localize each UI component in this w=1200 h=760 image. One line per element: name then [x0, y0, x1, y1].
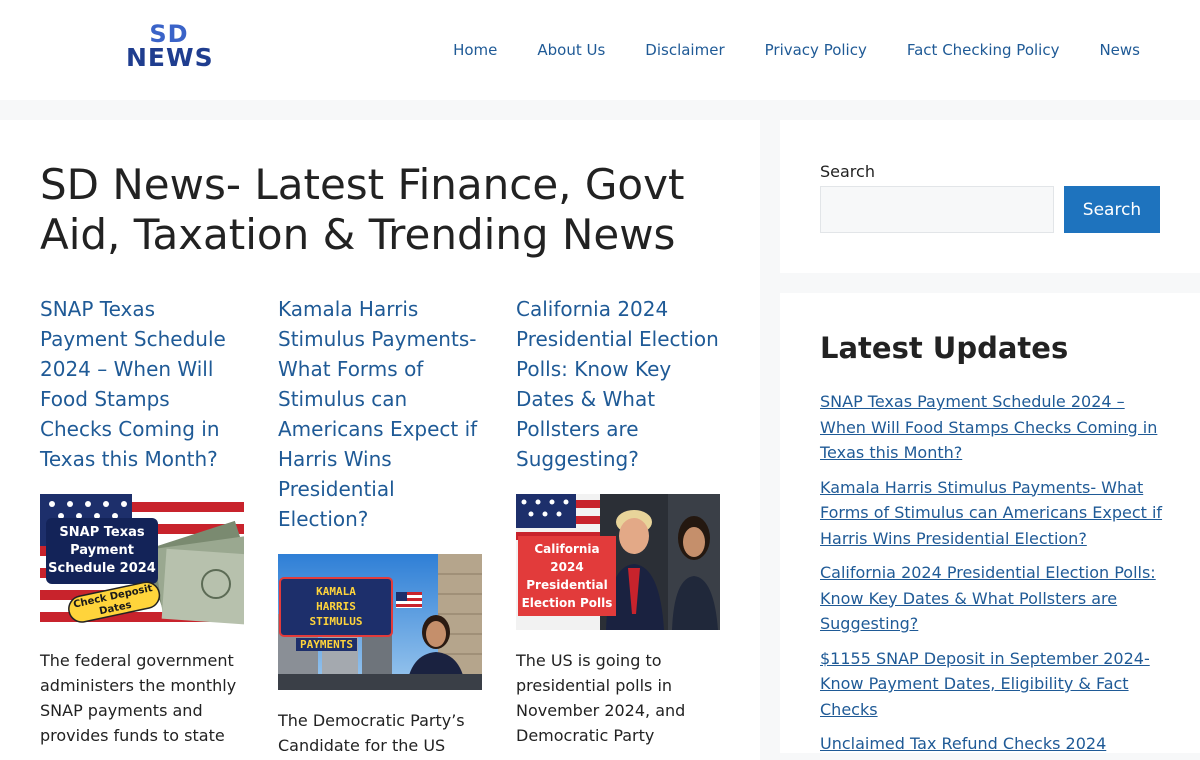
post-excerpt: The US is going to presidential polls in… — [516, 651, 686, 745]
svg-text:HARRIS: HARRIS — [316, 600, 356, 613]
svg-text:Schedule 2024: Schedule 2024 — [48, 561, 156, 576]
svg-text:KAMALA: KAMALA — [316, 585, 356, 598]
sidebar-search-widget: Search Search — [780, 120, 1200, 273]
post-title-link[interactable]: California 2024 Presidential Election Po… — [516, 294, 720, 474]
site-logo[interactable]: SD NEWS — [126, 22, 214, 72]
update-link[interactable]: Kamala Harris Stimulus Payments- What Fo… — [820, 478, 1162, 548]
list-item: SNAP Texas Payment Schedule 2024 – When … — [820, 389, 1165, 466]
latest-updates-heading: Latest Updates — [820, 331, 1069, 365]
snap-texas-thumbnail-image: SNAP Texas Payment Schedule 2024 Check D… — [40, 494, 244, 630]
sidebar-latest-updates: Latest Updates SNAP Texas Payment Schedu… — [780, 293, 1200, 753]
nav-privacy-policy[interactable]: Privacy Policy — [745, 38, 887, 62]
list-item: Kamala Harris Stimulus Payments- What Fo… — [820, 475, 1165, 552]
page-title: SD News- Latest Finance, Govt Aid, Taxat… — [40, 160, 685, 259]
post-card: California 2024 Presidential Election Po… — [516, 294, 720, 748]
main-content: SD News- Latest Finance, Govt Aid, Taxat… — [0, 120, 760, 760]
main-navigation: Home About Us Disclaimer Privacy Policy … — [433, 38, 1160, 62]
logo-line-2: NEWS — [126, 43, 214, 72]
post-card: Kamala Harris Stimulus Payments- What Fo… — [278, 294, 482, 760]
nav-about-us[interactable]: About Us — [517, 38, 625, 62]
latest-updates-list: SNAP Texas Payment Schedule 2024 – When … — [820, 389, 1165, 753]
site-header: SD NEWS Home About Us Disclaimer Privacy… — [0, 0, 1200, 100]
search-input[interactable] — [820, 186, 1054, 233]
update-link[interactable]: SNAP Texas Payment Schedule 2024 – When … — [820, 392, 1157, 462]
nav-home[interactable]: Home — [433, 38, 517, 62]
update-link[interactable]: California 2024 Presidential Election Po… — [820, 563, 1156, 633]
post-thumbnail[interactable]: KAMALA HARRIS STIMULUS PAYMENTS — [278, 554, 482, 690]
list-item: Unclaimed Tax Refund Checks 2024 — [820, 731, 1165, 753]
thumbnail-payments-label: PAYMENTS — [296, 638, 357, 651]
kamala-harris-thumbnail-image: KAMALA HARRIS STIMULUS — [278, 554, 482, 690]
post-thumbnail[interactable]: California 2024 Presidential Election Po… — [516, 494, 720, 630]
svg-text:STIMULUS: STIMULUS — [310, 615, 363, 628]
post-excerpt: The federal government administers the m… — [40, 651, 237, 745]
post-card: SNAP Texas Payment Schedule 2024 – When … — [40, 294, 244, 748]
post-title-link[interactable]: Kamala Harris Stimulus Payments- What Fo… — [278, 294, 482, 534]
post-excerpt: The Democratic Party’s Candidate for the… — [278, 711, 465, 755]
update-link[interactable]: $1155 SNAP Deposit in September 2024- Kn… — [820, 649, 1150, 719]
search-button[interactable]: Search — [1064, 186, 1160, 233]
thumbnail-caption: California 2024 Presidential Election Po… — [521, 542, 613, 610]
post-title-link[interactable]: SNAP Texas Payment Schedule 2024 – When … — [40, 294, 244, 474]
list-item: California 2024 Presidential Election Po… — [820, 560, 1165, 637]
svg-text:SNAP Texas: SNAP Texas — [59, 525, 144, 540]
search-label: Search — [820, 162, 875, 181]
nav-disclaimer[interactable]: Disclaimer — [625, 38, 744, 62]
svg-text:Payment: Payment — [70, 543, 134, 558]
post-thumbnail[interactable]: SNAP Texas Payment Schedule 2024 Check D… — [40, 494, 244, 630]
list-item: $1155 SNAP Deposit in September 2024- Kn… — [820, 646, 1165, 723]
update-link[interactable]: Unclaimed Tax Refund Checks 2024 — [820, 734, 1106, 753]
nav-news[interactable]: News — [1079, 38, 1160, 62]
nav-fact-checking-policy[interactable]: Fact Checking Policy — [887, 38, 1080, 62]
